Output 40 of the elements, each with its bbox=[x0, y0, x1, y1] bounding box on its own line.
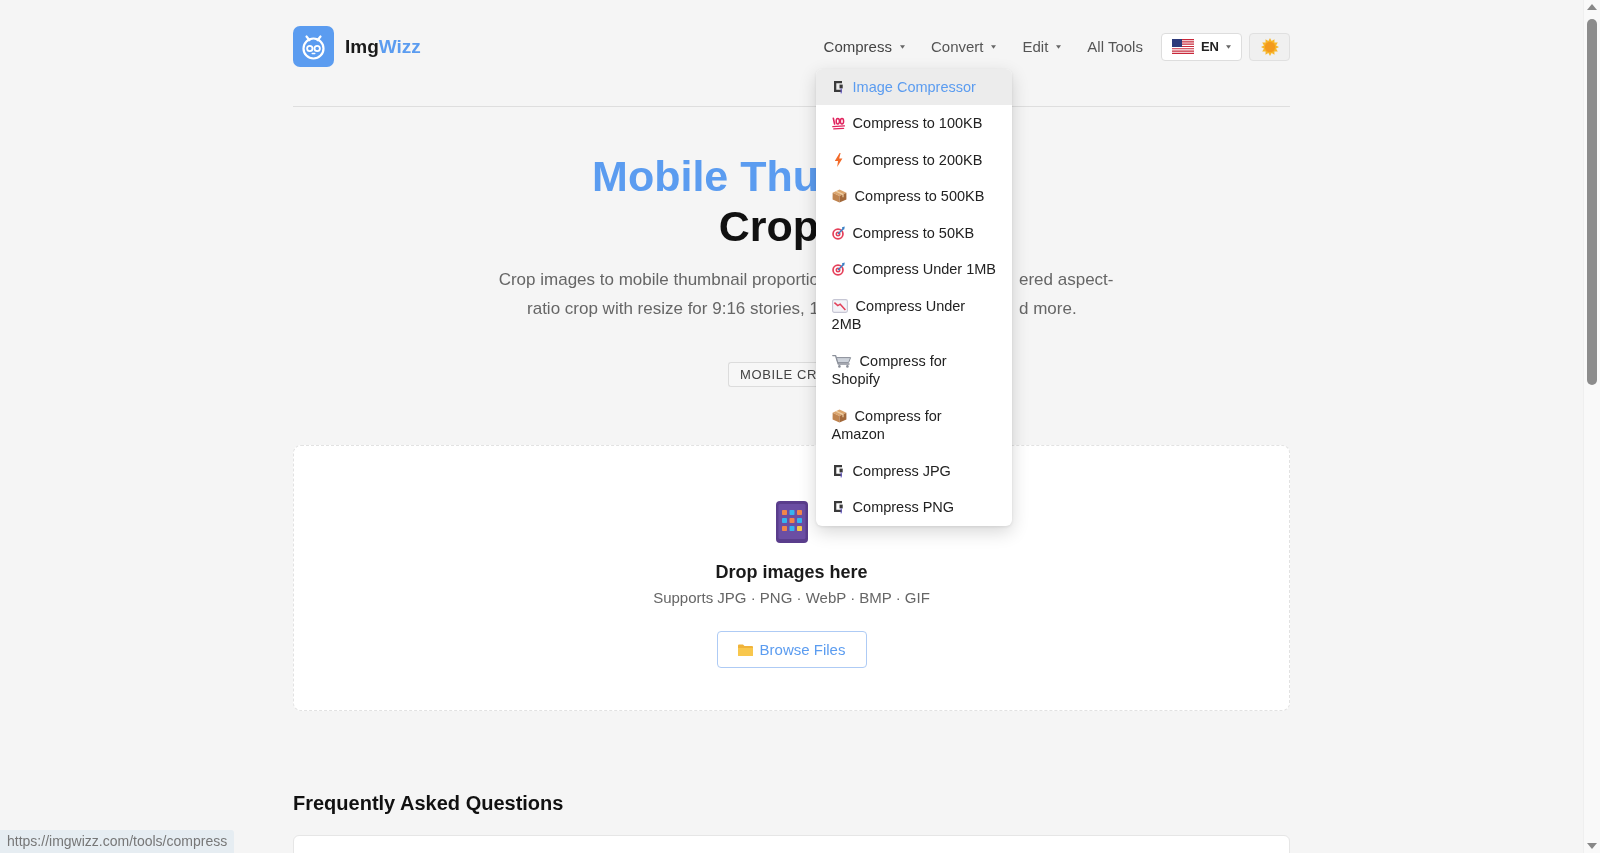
nav-link[interactable]: Edit bbox=[1022, 36, 1062, 57]
menu-item[interactable]: Compress PNG bbox=[815, 489, 1012, 526]
language-select[interactable]: EN bbox=[1160, 32, 1242, 61]
target-icon bbox=[831, 225, 845, 240]
clamp-icon bbox=[831, 463, 845, 478]
caret-icon bbox=[1056, 44, 1062, 49]
package-icon bbox=[831, 189, 847, 203]
scrollbar-thumb[interactable] bbox=[1587, 19, 1597, 385]
caret-icon bbox=[899, 44, 905, 49]
brand-name[interactable]: ImgWizz bbox=[345, 34, 421, 59]
tablet-icon bbox=[775, 501, 808, 543]
hero-description: ered aspect- bbox=[1018, 268, 1114, 291]
faq-heading: Frequently Asked Questions bbox=[293, 791, 565, 816]
hero-description: d more. bbox=[1018, 297, 1077, 320]
menu-item[interactable]: Compress to 100KB bbox=[815, 105, 1012, 142]
caret-icon bbox=[1226, 44, 1231, 49]
menu-item[interactable]: Compress JPG bbox=[815, 452, 1012, 489]
clamp-icon bbox=[831, 500, 845, 514]
hundred-points-icon bbox=[831, 116, 845, 130]
nav-link[interactable]: Convert bbox=[930, 36, 997, 57]
scroll-down-icon[interactable] bbox=[1587, 843, 1597, 849]
category-badge: MOBILE CR bbox=[728, 362, 819, 387]
nav-link[interactable]: All Tools bbox=[1087, 36, 1143, 57]
package-icon bbox=[831, 408, 847, 423]
target-icon bbox=[831, 262, 845, 276]
clamp-icon bbox=[831, 79, 845, 94]
flag-icon bbox=[1171, 39, 1194, 54]
folder-icon bbox=[737, 643, 753, 656]
caret-icon bbox=[991, 44, 997, 49]
scroll-up-icon[interactable] bbox=[1587, 4, 1597, 10]
chart-decreasing-icon bbox=[831, 298, 848, 313]
nav-link[interactable]: Compress bbox=[823, 36, 905, 57]
status-url: https://imgwizz.com/tools/compress bbox=[0, 830, 235, 853]
theme-toggle-button[interactable] bbox=[1249, 32, 1290, 61]
sun-icon bbox=[1260, 37, 1279, 56]
supported-formats: Supports JPG · PNG · WebP · BMP · GIF bbox=[653, 588, 930, 608]
owl-logo-icon[interactable] bbox=[293, 26, 334, 67]
scrollbar[interactable] bbox=[1583, 0, 1600, 853]
cart-icon bbox=[831, 353, 852, 368]
upload-title: Drop images here bbox=[715, 561, 868, 584]
